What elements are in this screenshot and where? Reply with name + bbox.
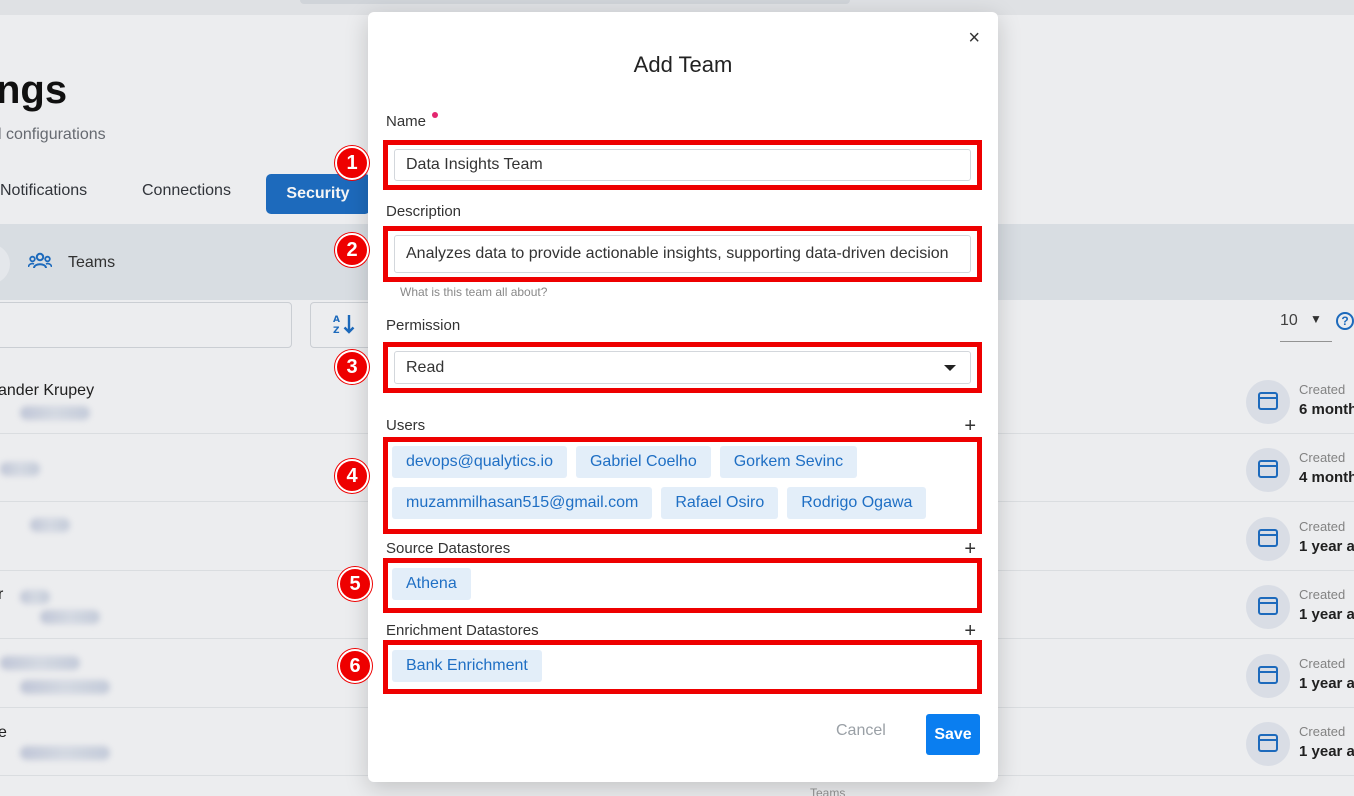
permission-label: Permission <box>386 317 461 334</box>
description-label: Description <box>386 203 462 220</box>
step-marker: 4 <box>335 459 369 493</box>
user-chip[interactable]: Rodrigo Ogawa <box>787 487 927 519</box>
user-chip[interactable]: devops@qualytics.io <box>392 446 567 478</box>
name-input[interactable]: Data Insights Team <box>394 149 971 181</box>
name-label: Name <box>386 112 439 130</box>
chevron-down-icon <box>944 364 956 371</box>
add-source-plus-icon[interactable]: + <box>964 539 976 559</box>
add-team-dialog: × Add Team Name Data Insights Team Descr… <box>368 12 998 782</box>
add-enrichment-plus-icon[interactable]: + <box>964 621 976 641</box>
required-indicator <box>432 112 439 118</box>
user-chip[interactable]: Gorkem Sevinc <box>719 446 858 478</box>
enrichment-chip-list: Bank Enrichment <box>392 650 973 685</box>
name-label-text: Name <box>386 113 427 130</box>
user-chip[interactable]: Rafael Osiro <box>661 487 779 519</box>
permission-select[interactable]: Read <box>394 351 971 384</box>
save-button[interactable]: Save <box>926 714 980 755</box>
user-chip[interactable]: Gabriel Coelho <box>575 446 711 478</box>
cancel-button[interactable]: Cancel <box>836 722 886 740</box>
users-label: Users <box>386 417 426 434</box>
enrichment-datastores-label: Enrichment Datastores <box>386 622 539 639</box>
step-marker: 3 <box>335 350 369 384</box>
description-input[interactable]: Analyzes data to provide actionable insi… <box>394 235 971 273</box>
close-icon[interactable]: × <box>968 28 980 48</box>
datastore-chip[interactable]: Bank Enrichment <box>392 650 542 682</box>
user-chip[interactable]: muzammilhasan515@gmail.com <box>392 487 653 519</box>
users-chip-list: devops@qualytics.io Gabriel Coelho Gorke… <box>392 446 973 525</box>
users-highlight: devops@qualytics.io Gabriel Coelho Gorke… <box>383 437 982 534</box>
step-marker: 1 <box>335 146 369 180</box>
source-datastores-highlight: Athena <box>383 558 982 613</box>
description-highlight: Analyzes data to provide actionable insi… <box>383 226 982 282</box>
enrichment-datastores-highlight: Bank Enrichment <box>383 640 982 694</box>
name-highlight: Data Insights Team <box>383 140 982 190</box>
dialog-title: Add Team <box>633 52 733 77</box>
add-user-plus-icon[interactable]: + <box>964 416 976 436</box>
permission-highlight: Read <box>383 342 982 393</box>
description-helper: What is this team all about? <box>400 285 548 299</box>
step-marker: 5 <box>338 567 372 601</box>
datastore-chip[interactable]: Athena <box>392 568 471 600</box>
source-chip-list: Athena <box>392 568 973 604</box>
permission-value: Read <box>406 358 445 376</box>
step-marker: 2 <box>335 233 369 267</box>
step-marker: 6 <box>338 649 372 683</box>
source-datastores-label: Source Datastores <box>386 540 511 557</box>
